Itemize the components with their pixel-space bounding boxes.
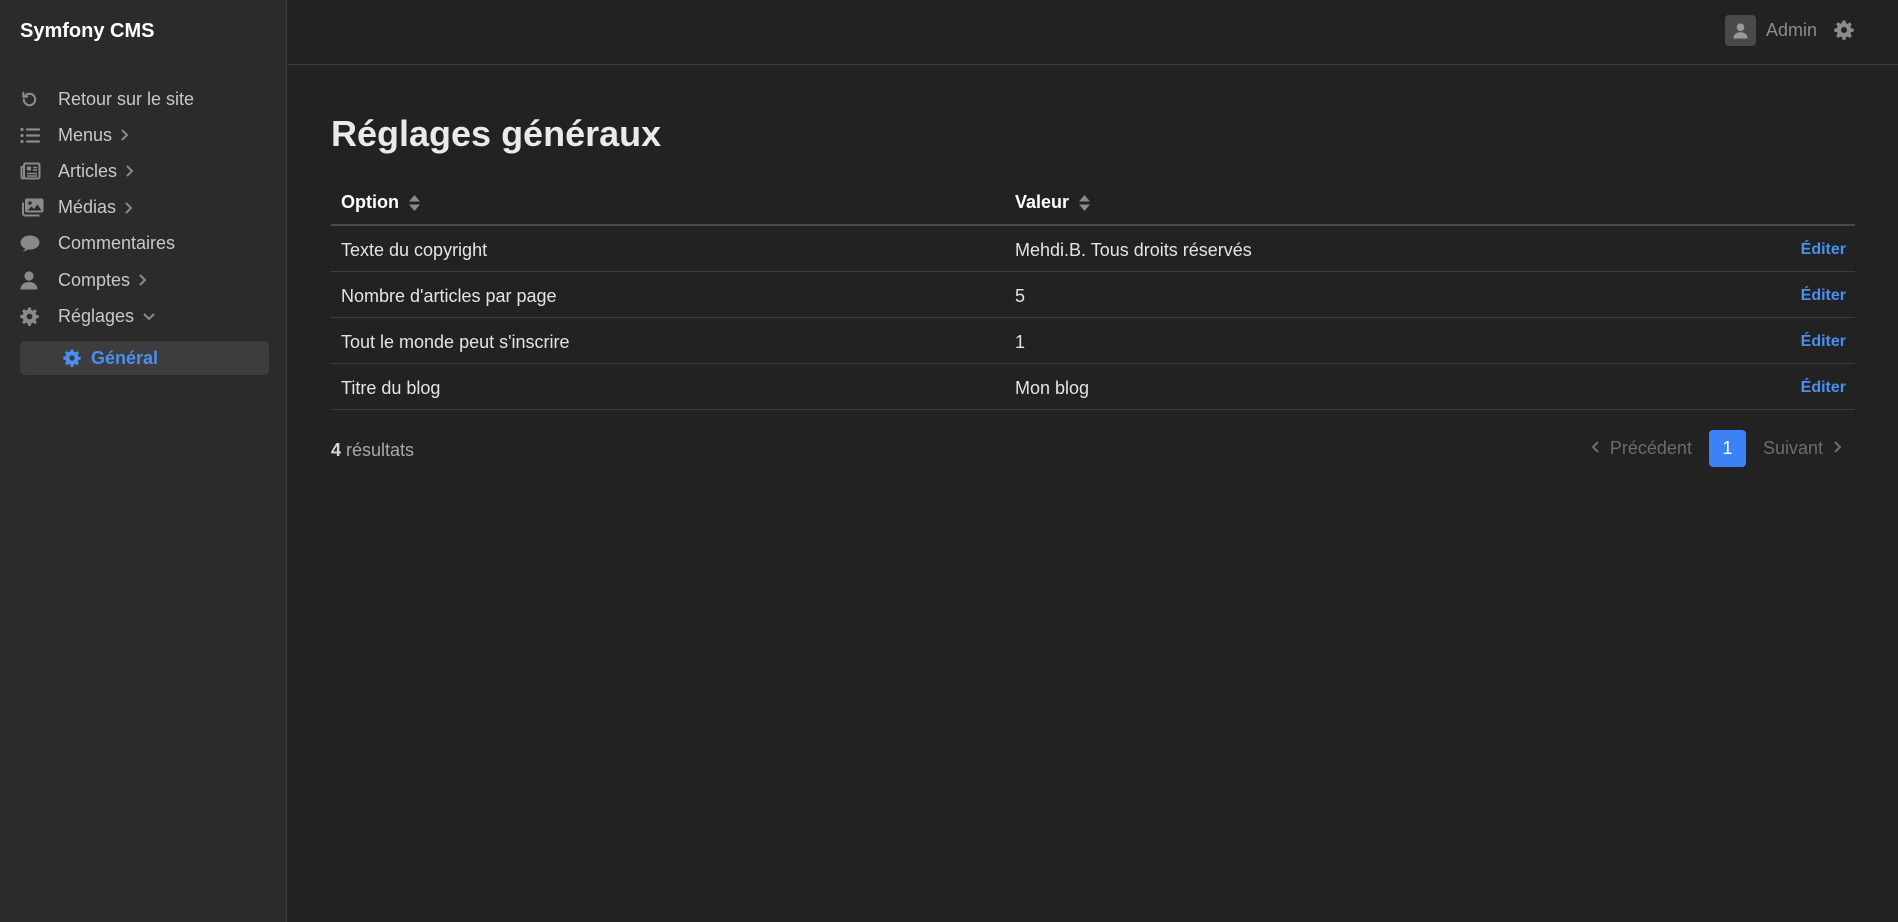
cell-value: 1	[1015, 332, 1026, 352]
table-body: Texte du copyright Mehdi.B. Tous droits …	[331, 226, 1855, 410]
sidebar-item-medias[interactable]: Médias	[20, 190, 269, 226]
column-header-label: Valeur	[1015, 192, 1070, 212]
column-header-valeur[interactable]: Valeur	[1015, 192, 1091, 213]
sidebar-nav: Retour sur le site Menus Articles Médias…	[20, 81, 269, 334]
pagination: Précédent 1 Suivant	[1591, 430, 1855, 467]
cell-value: Mon blog	[1015, 378, 1090, 398]
user-menu[interactable]: Admin	[1724, 15, 1817, 46]
sidebar-item-label: Réglages	[58, 305, 135, 326]
sidebar-subitem-label: Général	[91, 347, 159, 368]
chevron-right-icon	[120, 128, 129, 142]
cell-option: Nombre d'articles par page	[341, 286, 557, 306]
page-title: Réglages généraux	[331, 113, 662, 154]
cell-value: Mehdi.B. Tous droits réservés	[1015, 240, 1252, 260]
chevron-right-icon	[125, 164, 134, 178]
cell-value: 5	[1015, 286, 1026, 306]
sidebar-item-label: Articles	[58, 160, 118, 181]
undo-icon	[20, 88, 58, 110]
pagination-next-label: Suivant	[1762, 438, 1823, 458]
sidebar-item-retour[interactable]: Retour sur le site	[20, 81, 269, 117]
sidebar-item-commentaires[interactable]: Commentaires	[20, 226, 269, 262]
table-row: Titre du blog Mon blog Éditer	[331, 364, 1855, 410]
edit-link[interactable]: Éditer	[1801, 287, 1846, 305]
sidebar-item-label: Commentaires	[58, 233, 176, 254]
results-count: 4 résultats	[331, 440, 414, 461]
photo-icon	[20, 197, 58, 219]
chevron-right-icon	[1833, 438, 1842, 459]
sort-icon	[408, 194, 420, 211]
sidebar-item-comptes[interactable]: Comptes	[20, 262, 269, 298]
table-header: Option Valeur	[331, 182, 1855, 226]
sidebar-item-reglages[interactable]: Réglages	[20, 298, 269, 334]
pagination-prev-button[interactable]: Précédent	[1591, 438, 1692, 459]
sidebar-item-articles[interactable]: Articles	[20, 153, 269, 189]
chevron-down-icon	[142, 312, 156, 321]
pagination-page-button[interactable]: 1	[1708, 430, 1746, 467]
column-header-option[interactable]: Option	[341, 192, 420, 213]
user-name: Admin	[1765, 20, 1817, 40]
column-header-label: Option	[341, 192, 399, 212]
comment-icon	[20, 233, 58, 255]
user-icon	[20, 269, 58, 291]
table-row: Tout le monde peut s'inscrire 1 Éditer	[331, 318, 1855, 364]
table-row: Texte du copyright Mehdi.B. Tous droits …	[331, 226, 1855, 272]
edit-link[interactable]: Éditer	[1801, 333, 1846, 351]
pagination-prev-label: Précédent	[1609, 438, 1692, 458]
sidebar-item-menus[interactable]: Menus	[20, 117, 269, 153]
topbar: Admin	[288, 0, 1898, 65]
newspaper-icon	[20, 160, 58, 182]
sidebar-item-label: Menus	[58, 124, 113, 145]
sidebar: Symfony CMS Retour sur le site Menus Art…	[0, 0, 287, 922]
table-row: Nombre d'articles par page 5 Éditer	[331, 272, 1855, 318]
avatar	[1724, 15, 1756, 46]
gear-icon	[63, 349, 91, 367]
sidebar-item-label: Médias	[58, 197, 117, 218]
cell-option: Tout le monde peut s'inscrire	[341, 332, 570, 352]
sidebar-item-label: Retour sur le site	[58, 88, 195, 109]
chevron-right-icon	[138, 273, 147, 287]
edit-link[interactable]: Éditer	[1801, 241, 1846, 259]
settings-table: Option Valeur Texte du copyright Mehdi.B…	[331, 182, 1855, 410]
sidebar-item-label: Comptes	[58, 269, 131, 290]
results-count-label: résultats	[346, 440, 415, 460]
gear-icon[interactable]	[1834, 20, 1856, 42]
list-icon	[20, 124, 58, 146]
sidebar-subitem-general[interactable]: Général	[20, 341, 269, 375]
edit-link[interactable]: Éditer	[1801, 379, 1846, 397]
sort-icon	[1079, 194, 1091, 211]
brand-title[interactable]: Symfony CMS	[20, 20, 154, 43]
pagination-next-button[interactable]: Suivant	[1763, 438, 1842, 459]
cell-option: Texte du copyright	[341, 240, 488, 260]
cell-option: Titre du blog	[341, 378, 441, 398]
results-count-number: 4	[331, 440, 342, 460]
chevron-left-icon	[1591, 438, 1600, 459]
chevron-right-icon	[124, 201, 133, 215]
gear-icon	[20, 305, 58, 327]
